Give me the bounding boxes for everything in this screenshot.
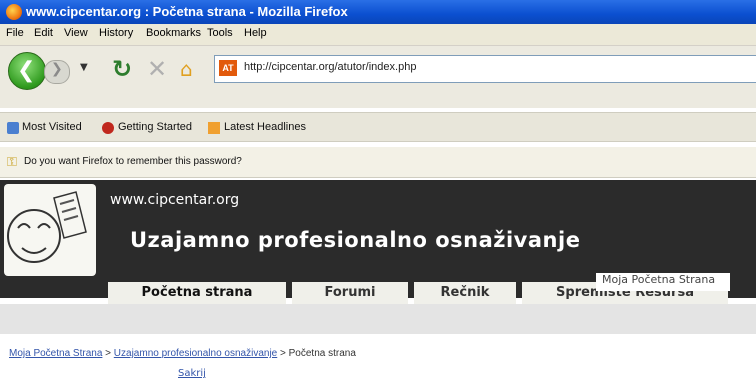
menu-edit[interactable]: Edit <box>34 27 53 39</box>
breadcrumb-link-course[interactable]: Uzajamno profesionalno osnaživanje <box>114 348 277 359</box>
bookmark-getting-started[interactable]: Getting Started <box>118 121 192 133</box>
forward-arrow-icon: ❯ <box>51 61 63 77</box>
tab-pocetna-strana[interactable]: Početna strana <box>108 282 286 304</box>
stop-icon[interactable]: ✕ <box>147 55 167 83</box>
logo-drawing-icon <box>7 191 87 263</box>
menu-bookmarks[interactable]: Bookmarks <box>146 27 201 39</box>
tab-recnik[interactable]: Rečnik <box>414 282 516 304</box>
hide-link[interactable]: Sakrij <box>178 368 206 379</box>
menu-history[interactable]: History <box>99 27 133 39</box>
tab-forumi[interactable]: Forumi <box>292 282 408 304</box>
site-title: Uzajamno profesionalno osnaživanje <box>130 228 581 252</box>
sub-navigation-bar <box>0 304 756 334</box>
password-prompt-text: Do you want Firefox to remember this pas… <box>24 156 242 167</box>
url-text[interactable]: http://cipcentar.org/atutor/index.php <box>244 61 416 73</box>
window-title: www.cipcentar.org : Početna strana - Moz… <box>26 4 348 19</box>
menu-help[interactable]: Help <box>244 27 267 39</box>
menu-file[interactable]: File <box>6 27 24 39</box>
bookmark-latest-headlines[interactable]: Latest Headlines <box>224 121 306 133</box>
breadcrumb-link-home[interactable]: Moja Početna Strana <box>9 348 102 359</box>
breadcrumb-separator: > <box>277 348 289 359</box>
getting-started-icon <box>102 122 114 134</box>
most-visited-icon <box>7 122 19 134</box>
history-dropdown-icon[interactable]: ▼ <box>80 62 88 73</box>
breadcrumb-current: Početna strana <box>288 348 356 359</box>
back-arrow-icon: ❮ <box>17 58 36 83</box>
rss-icon <box>208 122 220 134</box>
menu-tools[interactable]: Tools <box>207 27 233 39</box>
reload-icon[interactable]: ↻ <box>112 55 132 83</box>
tab-overlay-label[interactable]: Moja Početna Strana <box>596 273 730 291</box>
firefox-logo-icon <box>6 4 22 20</box>
site-logo[interactable] <box>4 184 96 276</box>
site-favicon-icon: AT <box>219 60 237 76</box>
menu-view[interactable]: View <box>64 27 88 39</box>
home-icon[interactable]: ⌂ <box>180 57 193 81</box>
breadcrumb-separator: > <box>102 348 114 359</box>
breadcrumb: Moja Početna Strana > Uzajamno profesion… <box>9 348 356 359</box>
site-url: www.cipcentar.org <box>110 192 240 208</box>
key-icon: ⚿ <box>7 155 17 170</box>
bookmark-most-visited[interactable]: Most Visited <box>22 121 82 133</box>
